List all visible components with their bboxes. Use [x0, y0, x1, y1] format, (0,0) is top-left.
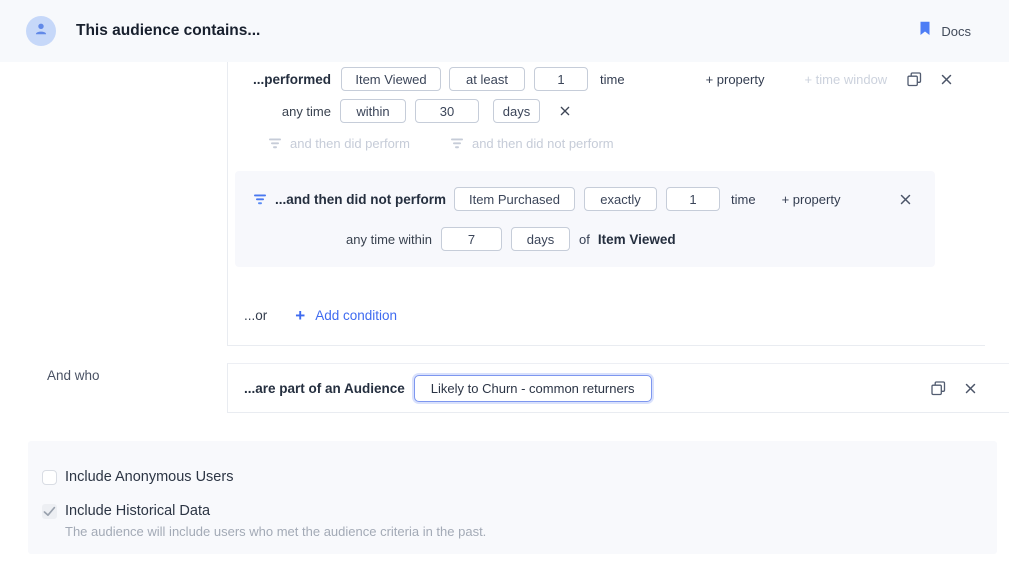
- performed-row: ...performed Item Viewed at least 1 time…: [228, 67, 985, 91]
- remove-subcondition-button[interactable]: [900, 194, 911, 205]
- time-filter-row: any time within 30 days: [228, 99, 985, 123]
- audience-label: ...are part of an Audience: [244, 381, 405, 396]
- subcondition-card: ...and then did not perform Item Purchas…: [235, 171, 935, 267]
- or-label: ...or: [244, 308, 267, 323]
- docs-label: Docs: [941, 24, 971, 39]
- filter-icon: [450, 138, 464, 149]
- close-icon: [965, 383, 976, 394]
- count-suffix: time: [731, 192, 756, 207]
- within-select[interactable]: within: [340, 99, 406, 123]
- duplicate-icon: [907, 72, 922, 87]
- then-did-not-perform-label: and then did not perform: [472, 136, 614, 151]
- of-label: of: [579, 232, 590, 247]
- user-avatar: [26, 16, 56, 46]
- window-unit-select[interactable]: days: [493, 99, 540, 123]
- event-select[interactable]: Item Purchased: [454, 187, 575, 211]
- window-value-input[interactable]: 30: [415, 99, 479, 123]
- add-time-window-button[interactable]: + time window: [804, 72, 887, 87]
- header-bar: This audience contains... Docs: [0, 0, 1009, 62]
- count-input[interactable]: 1: [666, 187, 720, 211]
- then-did-perform-option[interactable]: and then did perform: [268, 136, 410, 151]
- operator-select[interactable]: at least: [449, 67, 525, 91]
- close-icon: [900, 194, 911, 205]
- checkmark-icon: [43, 506, 56, 517]
- filter-icon: [253, 194, 267, 205]
- close-icon: [941, 74, 952, 85]
- add-property-button[interactable]: + property: [782, 192, 841, 207]
- add-property-button[interactable]: + property: [706, 72, 765, 87]
- remove-time-window-button[interactable]: [560, 106, 570, 116]
- anonymous-label: Include Anonymous Users: [65, 470, 233, 485]
- condition-group-card: ...performed Item Viewed at least 1 time…: [227, 62, 985, 346]
- subcondition-time-row: any time within 7 days of Item Viewed: [253, 227, 911, 251]
- historical-label: Include Historical Data: [65, 504, 486, 519]
- window-value-input[interactable]: 7: [441, 227, 502, 251]
- and-who-label: And who: [47, 368, 100, 383]
- bookmark-icon: [919, 21, 931, 41]
- duplicate-icon: [931, 381, 946, 396]
- duplicate-button[interactable]: [907, 72, 922, 87]
- duplicate-button[interactable]: [931, 381, 946, 396]
- anonymous-checkbox[interactable]: [42, 470, 57, 485]
- operator-select[interactable]: exactly: [584, 187, 657, 211]
- any-time-label: any time: [248, 104, 331, 119]
- audience-builder-page: This audience contains... Docs ...perfor…: [0, 0, 1009, 554]
- subcondition-label: ...and then did not perform: [275, 192, 446, 207]
- of-event-label: Item Viewed: [598, 232, 676, 247]
- time-window-label: any time within: [253, 232, 432, 247]
- performed-label: ...performed: [248, 72, 331, 87]
- plus-icon: +: [295, 307, 305, 324]
- historical-option-row: Include Historical Data The audience wil…: [42, 504, 997, 539]
- docs-link[interactable]: Docs: [919, 21, 971, 41]
- count-input[interactable]: 1: [534, 67, 588, 91]
- remove-condition-button[interactable]: [941, 74, 952, 85]
- then-options-row: and then did perform and then did not pe…: [228, 135, 985, 151]
- filter-icon: [268, 138, 282, 149]
- historical-checkbox[interactable]: [42, 504, 57, 519]
- subcondition-row: ...and then did not perform Item Purchas…: [253, 187, 911, 211]
- event-select[interactable]: Item Viewed: [341, 67, 441, 91]
- audience-condition-card: ...are part of an Audience Likely to Chu…: [227, 363, 1009, 413]
- add-condition-button[interactable]: Add condition: [315, 308, 397, 323]
- then-did-perform-label: and then did perform: [290, 136, 410, 151]
- remove-condition-button[interactable]: [965, 383, 976, 394]
- window-unit-select[interactable]: days: [511, 227, 570, 251]
- or-row: ...or + Add condition: [228, 305, 985, 325]
- audience-select[interactable]: Likely to Churn - common returners: [414, 375, 652, 402]
- person-icon: [33, 21, 49, 42]
- then-did-not-perform-option[interactable]: and then did not perform: [450, 136, 614, 151]
- anonymous-option-row: Include Anonymous Users: [42, 470, 997, 485]
- page-title: This audience contains...: [76, 22, 260, 40]
- count-suffix: time: [600, 72, 625, 87]
- close-icon: [560, 106, 570, 116]
- options-panel: Include Anonymous Users Include Historic…: [28, 441, 997, 554]
- historical-description: The audience will include users who met …: [65, 524, 486, 539]
